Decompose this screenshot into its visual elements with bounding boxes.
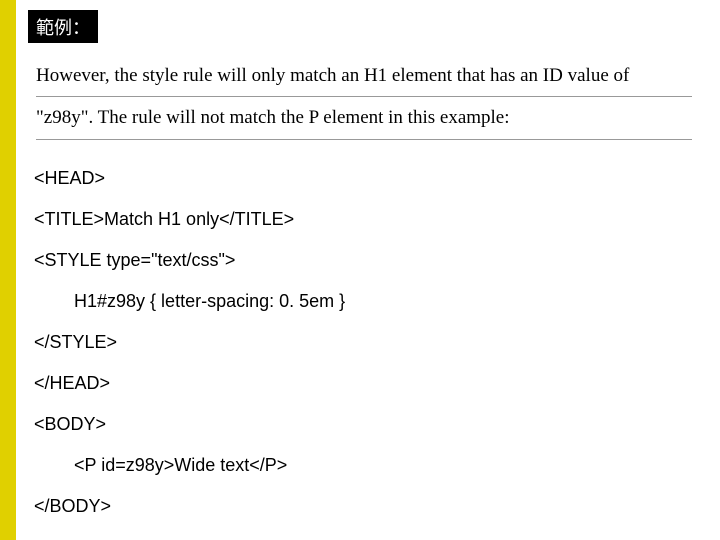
code-line: <HEAD> (34, 158, 700, 199)
code-line: </HEAD> (34, 363, 700, 404)
code-line: <TITLE>Match H1 only</TITLE> (34, 199, 700, 240)
code-line: <BODY> (34, 404, 700, 445)
page-content: 範例： However, the style rule will only ma… (28, 10, 700, 527)
example-badge: 範例： (28, 10, 98, 43)
code-line: <P id=z98y>Wide text</P> (34, 445, 700, 486)
code-example: <HEAD> <TITLE>Match H1 only</TITLE> <STY… (34, 158, 700, 527)
code-line: <STYLE type="text/css"> (34, 240, 700, 281)
code-line: </BODY> (34, 486, 700, 527)
description-line-2: "z98y". The rule will not match the P el… (36, 103, 692, 139)
code-line: </STYLE> (34, 322, 700, 363)
left-accent-bar (0, 0, 16, 540)
code-line: H1#z98y { letter-spacing: 0. 5em } (34, 281, 700, 322)
description-line-1: However, the style rule will only match … (36, 61, 692, 97)
